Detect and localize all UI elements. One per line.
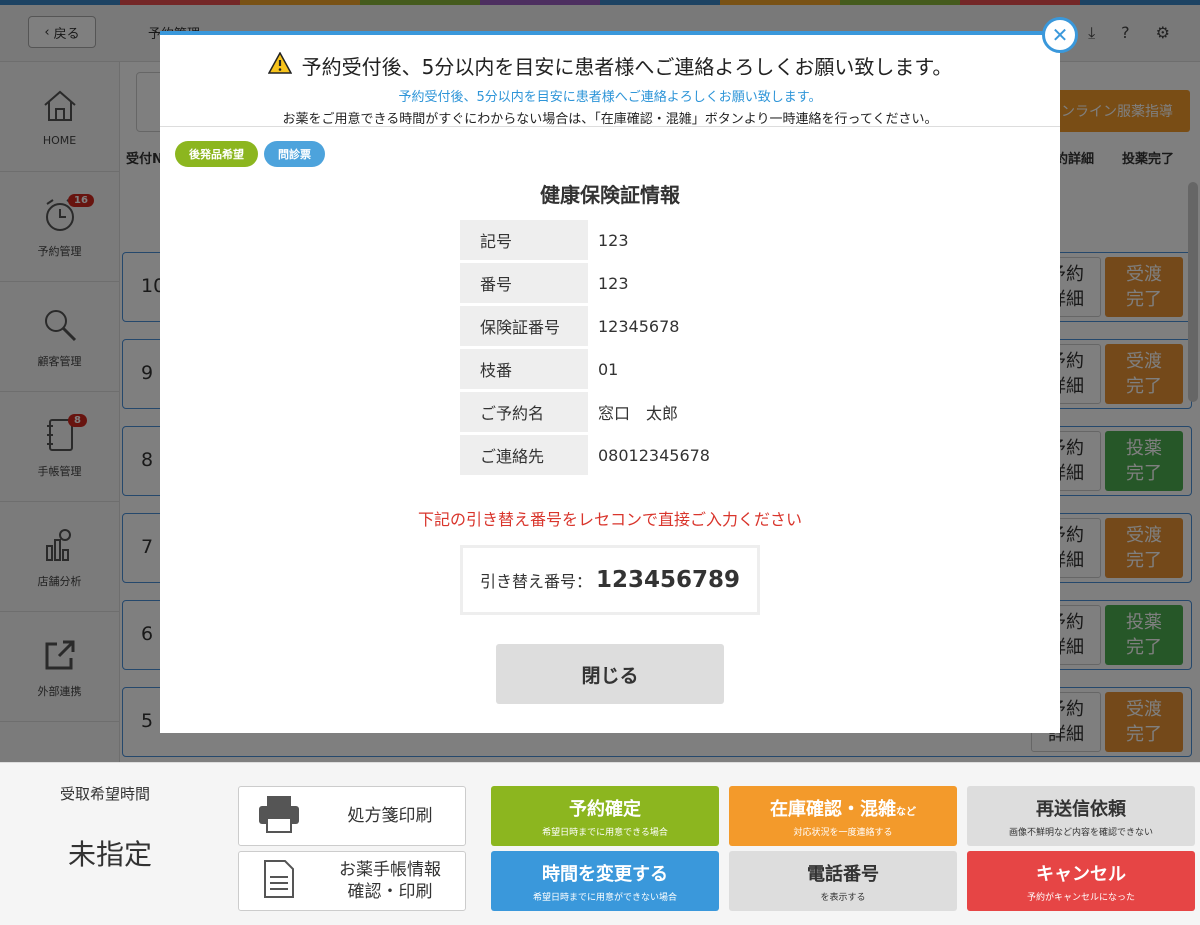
stock-check-button[interactable]: 在庫確認・混雑など 対応状況を一度連絡する <box>729 786 957 846</box>
info-key: 保険証番号 <box>460 306 588 346</box>
info-value: 12345678 <box>598 316 680 336</box>
info-row: 番号 123 <box>460 263 760 303</box>
print-prescription-button[interactable]: 処方箋印刷 <box>238 786 466 846</box>
generic-drug-tag[interactable]: 後発品希望 <box>175 141 258 167</box>
pickup-time-value: 未指定 <box>68 838 153 871</box>
tag-list: 後発品希望 問診票 <box>175 141 325 167</box>
action-panel: 受取希望時間 未指定 処方箋印刷 お薬手帳情報 確認・印刷 予約確定 希望日時ま… <box>0 762 1200 925</box>
pickup-time-label: 受取希望時間 <box>60 785 151 803</box>
button-subtitle: 予約がキャンセルになった <box>1026 892 1135 903</box>
info-key: ご連絡先 <box>460 435 588 475</box>
section-title: 健康保険証情報 <box>540 183 680 207</box>
info-row: 記号 123 <box>460 220 760 260</box>
button-subtitle: を表示する <box>820 892 866 903</box>
exchange-number-box: 引き替え番号： 123456789 <box>460 545 760 615</box>
button-title: 時間を変更する <box>542 863 668 885</box>
button-title: 予約確定 <box>569 798 641 820</box>
resend-request-button[interactable]: 再送信依頼 画像不鮮明など内容を確認できない <box>967 786 1195 846</box>
close-button[interactable]: 閉じる <box>496 644 724 704</box>
info-key: 番号 <box>460 263 588 303</box>
show-phone-button[interactable]: 電話番号 を表示する <box>729 851 957 911</box>
close-icon[interactable]: ✕ <box>1042 17 1078 53</box>
button-subtitle: 希望日時までに用意ができない場合 <box>532 892 677 903</box>
notebook-info-button[interactable]: お薬手帳情報 確認・印刷 <box>238 851 466 911</box>
notebook-info-line1: お薬手帳情報 <box>339 859 441 880</box>
info-key: 記号 <box>460 220 588 260</box>
info-value: 123 <box>598 273 629 293</box>
info-row: ご連絡先 08012345678 <box>460 435 760 475</box>
info-key: ご予約名 <box>460 392 588 432</box>
button-title: 電話番号 <box>807 863 879 885</box>
info-value: 窓口 太郎 <box>598 404 679 423</box>
button-title-suffix: など <box>896 806 916 818</box>
info-row: 保険証番号 12345678 <box>460 306 760 346</box>
modal-subtitle: 予約受付後、5分以内を目安に患者様へご連絡よろしくお願い致します。 <box>398 90 822 105</box>
exchange-notice: 下記の引き替え番号をレセコンで直接ご入力ください <box>417 510 802 529</box>
questionnaire-tag[interactable]: 問診票 <box>264 141 325 167</box>
info-row: ご予約名 窓口 太郎 <box>460 392 760 432</box>
document-icon <box>257 859 301 903</box>
info-value: 123 <box>598 230 629 250</box>
modal-title: 予約受付後、5分以内を目安に患者様へご連絡よろしくお願い致します。 <box>160 51 1060 80</box>
modal-title-text: 予約受付後、5分以内を目安に患者様へご連絡よろしくお願い致します。 <box>301 55 953 79</box>
info-value: 01 <box>598 359 619 379</box>
button-title-text: 在庫確認・混雑 <box>770 798 896 820</box>
change-time-button[interactable]: 時間を変更する 希望日時までに用意ができない場合 <box>491 851 719 911</box>
modal-note: お薬をご用意できる時間がすぐにわからない場合は、「在庫確認・混雑」ボタンより一時… <box>282 112 938 127</box>
notebook-info-label: お薬手帳情報 確認・印刷 <box>333 859 465 903</box>
button-title: 在庫確認・混雑など <box>770 795 916 821</box>
button-subtitle: 希望日時までに用意できる場合 <box>542 827 668 838</box>
notebook-info-line2: 確認・印刷 <box>347 882 433 902</box>
insurance-info-table: 記号 123 番号 123 保険証番号 12345678 枝番 01 ご予約名 窓口 太郎 ご連絡先… <box>460 220 760 478</box>
button-title: キャンセル <box>1036 863 1126 885</box>
confirm-reservation-button[interactable]: 予約確定 希望日時までに用意できる場合 <box>491 786 719 846</box>
insurance-info-modal: ✕ 予約受付後、5分以内を目安に患者様へご連絡よろしくお願い致します。 予約受付… <box>160 17 1078 733</box>
button-subtitle: 対応状況を一度連絡する <box>793 827 893 838</box>
exchange-number-value: 123456789 <box>595 567 741 593</box>
exchange-number-label: 引き替え番号： <box>479 572 592 591</box>
printer-icon <box>257 794 301 838</box>
info-value: 08012345678 <box>598 445 710 465</box>
print-prescription-label: 処方箋印刷 <box>347 805 433 826</box>
info-row: 枝番 01 <box>460 349 760 389</box>
cancel-button[interactable]: キャンセル 予約がキャンセルになった <box>967 851 1195 911</box>
warning-icon <box>267 51 292 79</box>
button-subtitle: 画像不鮮明など内容を確認できない <box>1008 827 1153 838</box>
button-title: 再送信依頼 <box>1036 798 1126 820</box>
info-key: 枝番 <box>460 349 588 389</box>
modal-header: 予約受付後、5分以内を目安に患者様へご連絡よろしくお願い致します。 予約受付後、… <box>160 35 1060 127</box>
